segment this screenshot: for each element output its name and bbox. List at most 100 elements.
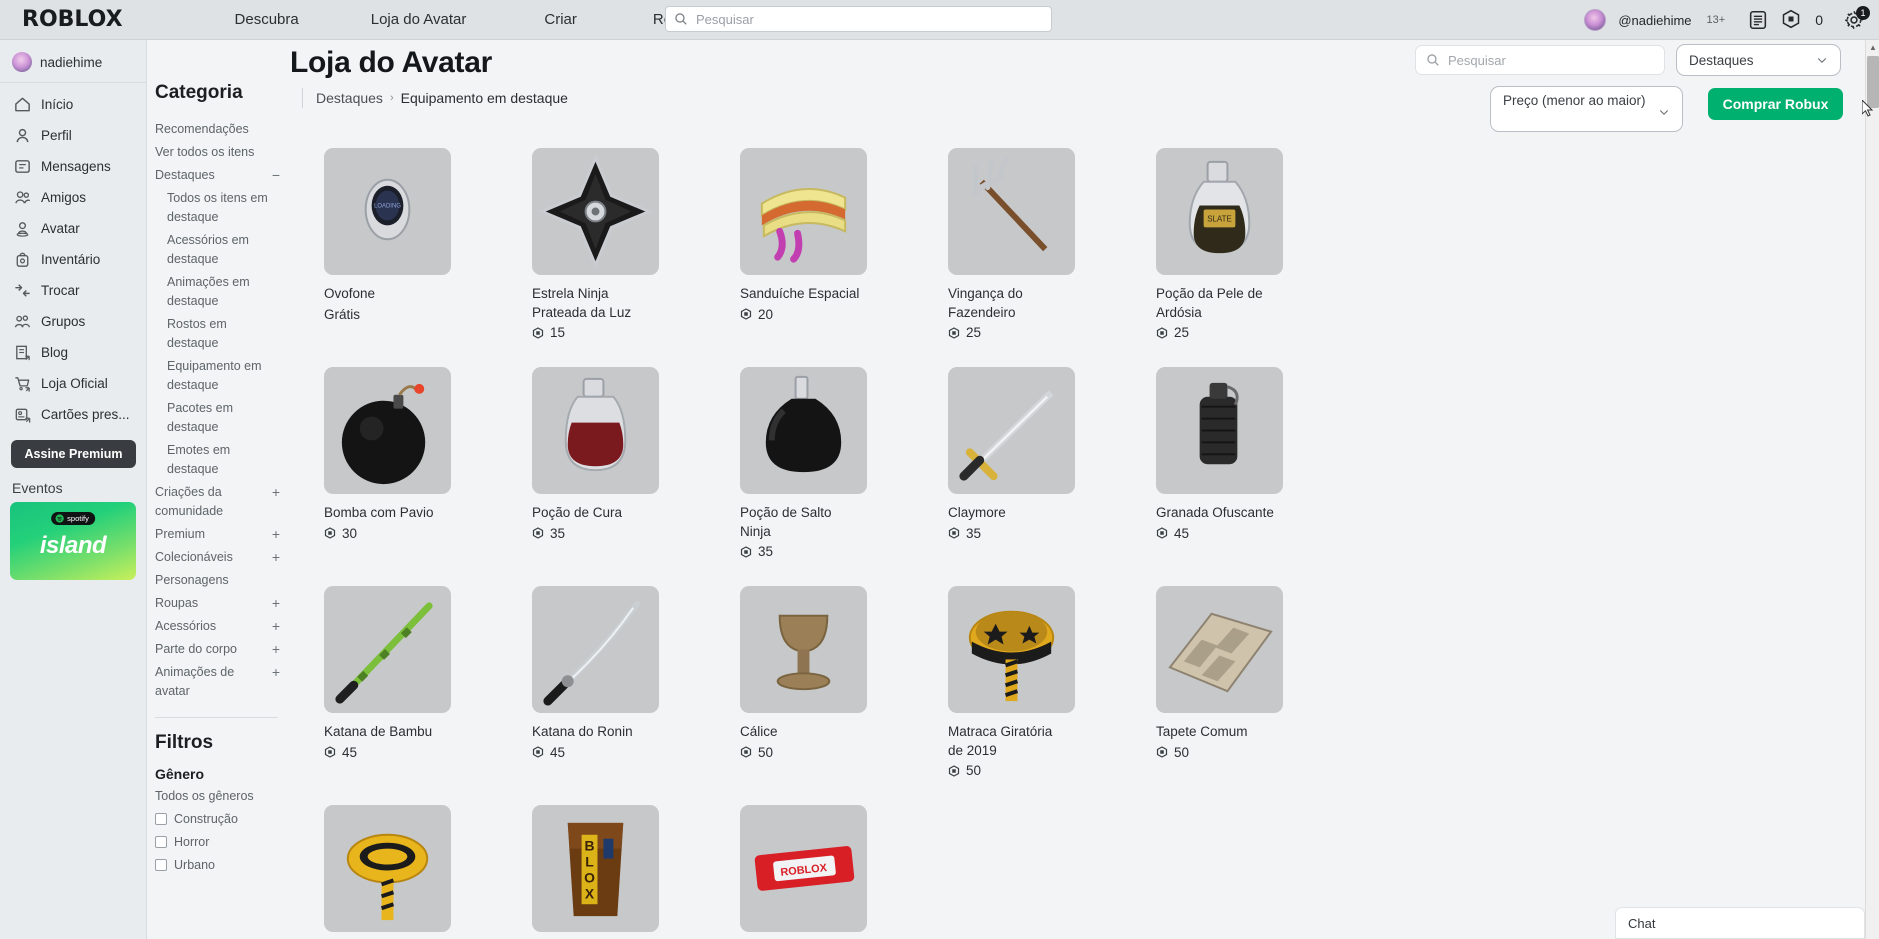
sidebar-item-amigos[interactable]: Amigos — [0, 182, 146, 213]
checkbox-box[interactable] — [155, 813, 167, 825]
category-item-ver-todos-os-itens[interactable]: Ver todos os itens — [155, 141, 290, 164]
category-item-premium[interactable]: Premium + — [155, 523, 290, 546]
page-scrollbar[interactable]: ▲ — [1865, 40, 1879, 939]
nav-link-descubra[interactable]: Descubra — [235, 11, 299, 28]
category-item-equipamento-em-destaque[interactable]: Equipamento em destaque — [155, 355, 290, 397]
item-card[interactable]: Vingança do Fazendeiro 25 — [948, 148, 1156, 340]
global-search-input[interactable]: Pesquisar — [665, 6, 1052, 32]
sort-dropdown[interactable]: Destaques — [1676, 44, 1841, 76]
item-card[interactable]: Tapete Comum 50 — [1156, 586, 1364, 778]
breadcrumb-item-destaques[interactable]: Destaques — [316, 90, 383, 106]
sidebar-item-loja-oficial[interactable]: Loja Oficial — [0, 368, 146, 399]
category-item-parte-do-corpo[interactable]: Parte do corpo + — [155, 638, 290, 661]
scroll-up-arrow[interactable]: ▲ — [1866, 40, 1879, 54]
sidebar-item-grupos[interactable]: Grupos — [0, 306, 146, 337]
category-item-rostos-em-destaque[interactable]: Rostos em destaque — [155, 313, 290, 355]
genre-checkbox-constru-o[interactable]: Construção — [155, 812, 290, 826]
category-item-todos-os-itens-em-destaque[interactable]: Todos os itens em destaque — [155, 187, 290, 229]
item-thumbnail[interactable] — [948, 148, 1075, 275]
item-card[interactable]: Katana de Bambu 45 — [324, 586, 532, 778]
category-item-acess-rios-em-destaque[interactable]: Acessórios em destaque — [155, 229, 290, 271]
nav-link-criar[interactable]: Criar — [544, 11, 577, 28]
item-card[interactable]: Katana do Ronin 45 — [532, 586, 740, 778]
chat-bar[interactable]: Chat — [1615, 907, 1865, 939]
catalog-search-input[interactable]: Pesquisar — [1415, 45, 1665, 75]
category-toggle-icon[interactable]: + — [272, 483, 280, 501]
roblox-logo[interactable]: ROBLOX — [22, 7, 123, 32]
category-toggle-icon[interactable]: + — [272, 640, 280, 658]
checkbox-box[interactable] — [155, 836, 167, 848]
gear-icon[interactable]: 1 — [1843, 6, 1870, 31]
item-thumbnail[interactable] — [324, 367, 451, 494]
assine-premium-button[interactable]: Assine Premium — [11, 440, 136, 468]
category-item-acess-rios[interactable]: Acessórios + — [155, 615, 290, 638]
sidebar-item-trocar[interactable]: Trocar — [0, 275, 146, 306]
avatar[interactable] — [1584, 9, 1607, 31]
category-item-personagens[interactable]: Personagens — [155, 569, 290, 592]
item-thumbnail[interactable] — [324, 586, 451, 713]
buy-robux-button[interactable]: Comprar Robux — [1708, 88, 1843, 120]
item-thumbnail[interactable] — [948, 367, 1075, 494]
checkbox-box[interactable] — [155, 859, 167, 871]
sidebar-item-invent-rio[interactable]: Inventário — [0, 244, 146, 275]
item-card[interactable]: Estrela Ninja Prateada da Luz 15 — [532, 148, 740, 340]
item-card[interactable]: Claymore 35 — [948, 367, 1156, 559]
category-toggle-icon[interactable]: + — [272, 617, 280, 635]
item-card[interactable]: Poção de Salto Ninja 35 — [740, 367, 948, 559]
category-item-recomenda-es[interactable]: Recomendações — [155, 118, 290, 141]
nav-link-loja-do-avatar[interactable]: Loja do Avatar — [371, 11, 467, 28]
genre-all-label[interactable]: Todos os gêneros — [155, 789, 290, 803]
item-card[interactable]: Poção de Cura 35 — [532, 367, 740, 559]
sidebar-item-avatar[interactable]: Avatar — [0, 213, 146, 244]
item-card[interactable]: LOADING Ovofone Grátis — [324, 148, 532, 340]
item-card[interactable]: Sanduíche Espacial 20 — [740, 148, 948, 340]
price-sort-dropdown[interactable]: Preço (menor ao maior) — [1490, 86, 1683, 132]
item-card[interactable]: Cálice 50 — [740, 586, 948, 778]
category-toggle-icon[interactable]: − — [272, 166, 280, 184]
item-card[interactable]: ROBLOXChocolate Crocante50 — [740, 805, 948, 939]
category-item-pacotes-em-destaque[interactable]: Pacotes em destaque — [155, 397, 290, 439]
category-item-colecion-veis[interactable]: Colecionáveis + — [155, 546, 290, 569]
category-item-anima-es-em-destaque[interactable]: Animações em destaque — [155, 271, 290, 313]
category-toggle-icon[interactable]: + — [272, 594, 280, 612]
item-thumbnail[interactable] — [532, 367, 659, 494]
item-thumbnail[interactable] — [1156, 367, 1283, 494]
item-thumbnail[interactable] — [740, 148, 867, 275]
sidebar-item-mensagens[interactable]: Mensagens — [0, 151, 146, 182]
sidebar-item-perfil[interactable]: Perfil — [0, 120, 146, 151]
item-thumbnail[interactable] — [740, 367, 867, 494]
item-thumbnail[interactable] — [1156, 586, 1283, 713]
category-toggle-icon[interactable]: + — [272, 525, 280, 543]
category-item-cria-es-da-comunidade[interactable]: Criações da comunidade + — [155, 481, 290, 523]
category-toggle-icon[interactable]: + — [272, 663, 280, 681]
item-card[interactable]: Matraca Giratória de 2019 50 — [948, 586, 1156, 778]
item-card[interactable]: Matraca de 201850 — [324, 805, 532, 939]
item-thumbnail[interactable]: ROBLOX — [740, 805, 867, 932]
genre-checkbox-horror[interactable]: Horror — [155, 835, 290, 849]
item-thumbnail[interactable] — [324, 805, 451, 932]
category-item-emotes-em-destaque[interactable]: Emotes em destaque — [155, 439, 290, 481]
sidebar-item-blog[interactable]: Blog — [0, 337, 146, 368]
item-card[interactable]: SLATE Poção da Pele de Ardósia 25 — [1156, 148, 1364, 340]
category-toggle-icon[interactable]: + — [272, 548, 280, 566]
item-card[interactable]: Bomba com Pavio 30 — [324, 367, 532, 559]
robux-icon[interactable] — [1781, 9, 1801, 31]
username-label[interactable]: @nadiehime — [1618, 13, 1691, 28]
item-thumbnail[interactable] — [948, 586, 1075, 713]
item-thumbnail[interactable]: LOADING — [324, 148, 451, 275]
item-card[interactable]: Granada Ofuscante 45 — [1156, 367, 1364, 559]
item-thumbnail[interactable]: SLATE — [1156, 148, 1283, 275]
category-item-destaques[interactable]: Destaques − — [155, 164, 290, 187]
item-thumbnail[interactable]: BLOX — [532, 805, 659, 932]
category-item-anima-es-de-avatar[interactable]: Animações de avatar + — [155, 661, 290, 703]
sidebar-item-in-cio[interactable]: Início — [0, 89, 146, 120]
event-card-island[interactable]: spotify island — [10, 502, 136, 580]
messages-icon[interactable] — [1747, 9, 1769, 31]
item-thumbnail[interactable] — [532, 586, 659, 713]
item-thumbnail[interactable] — [532, 148, 659, 275]
sidebar-item-cart-es-pres[interactable]: Cartões pres... — [0, 399, 146, 430]
sidebar-user-row[interactable]: nadiehime — [0, 46, 146, 83]
genre-checkbox-urbano[interactable]: Urbano — [155, 858, 290, 872]
item-thumbnail[interactable] — [740, 586, 867, 713]
item-card[interactable]: BLOXBloxy Cola50 — [532, 805, 740, 939]
